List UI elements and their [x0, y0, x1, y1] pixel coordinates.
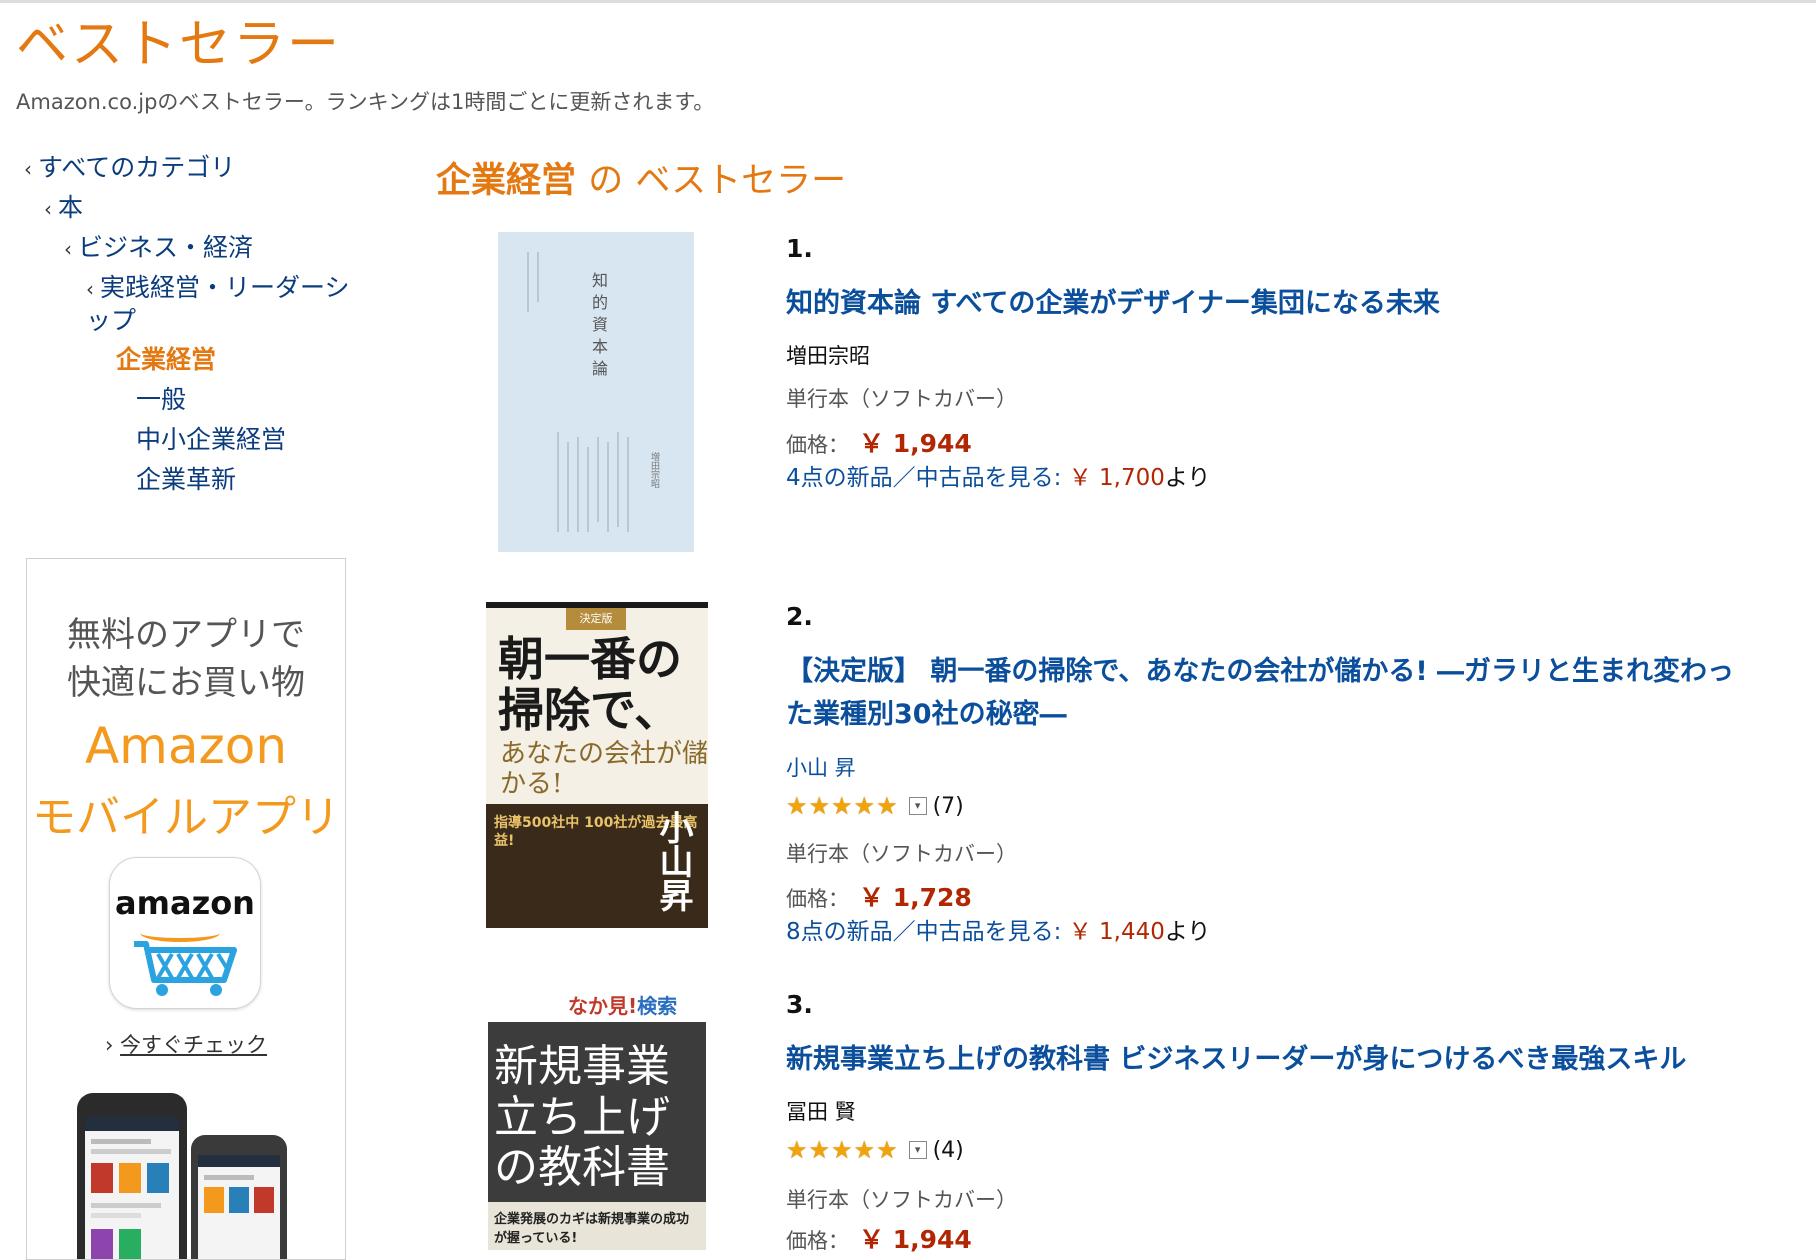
- ad-cta-label: 今すぐチェック: [120, 1033, 268, 1057]
- product-rank: 3.: [786, 990, 813, 1019]
- cover-body: 新規事業立ち上げの教科書 企業発展のカギは新規事業の成功が握っている!: [488, 1022, 706, 1250]
- category-label: 実践経営・リーダーシップ: [86, 273, 350, 335]
- mobile-app-ad[interactable]: 無料のアプリで 快適にお買い物 Amazon モバイルアプリ amazon › …: [26, 558, 346, 1260]
- chevron-left-icon: ‹: [64, 237, 72, 261]
- product-format: 単行本（ソフトカバー）: [786, 842, 1017, 866]
- top-border: [0, 0, 1816, 3]
- chevron-down-icon[interactable]: ▾: [908, 1141, 927, 1159]
- product-rating[interactable]: ★★★★★ ▾ (7): [786, 792, 964, 820]
- page-title: ベストセラー: [16, 15, 342, 75]
- price-amount: ￥ 1,728: [859, 883, 972, 912]
- product-price: 価格： ￥ 1,728: [786, 878, 972, 914]
- product-title-link[interactable]: 新規事業立ち上げの教科書 ビジネスリーダーが身につけるべき最強スキル: [786, 1038, 1746, 1081]
- product-cover-1[interactable]: 知的資本論 増田宗昭: [498, 232, 694, 552]
- product-price: 価格： ￥ 1,944: [786, 424, 972, 460]
- section-suffix: ベストセラー: [635, 161, 847, 201]
- ad-line-3: Amazon: [84, 717, 288, 775]
- category-label: 本: [58, 193, 84, 222]
- product-title-link[interactable]: 知的資本論 すべての企業がデザイナー集団になる未来: [786, 282, 1746, 325]
- ad-line-4: モバイルアプリ: [32, 792, 340, 843]
- chevron-right-icon: ›: [104, 1033, 114, 1057]
- look-inside-b: 検索: [637, 994, 678, 1018]
- category-all[interactable]: ‹ すべてのカテゴリ: [24, 152, 235, 185]
- price-label: 価格：: [786, 887, 849, 911]
- phones-illustration: [77, 1093, 287, 1259]
- chevron-left-icon: ‹: [24, 157, 32, 181]
- offers-price: ￥ 1,700: [1068, 465, 1165, 491]
- review-count[interactable]: (4): [933, 1138, 964, 1163]
- product-cover-2[interactable]: 決定版 朝一番の掃除で、 あなたの会社が儲かる! 指導500社中 100社が過去…: [486, 602, 708, 928]
- category-label: ビジネス・経済: [78, 233, 254, 262]
- price-label: 価格：: [786, 1229, 849, 1253]
- category-business-economy[interactable]: ‹ ビジネス・経済: [64, 232, 253, 265]
- section-connector: の: [588, 161, 624, 201]
- cover-subtitle-text: あなたの会社が儲かる!: [500, 739, 708, 799]
- cover-decoration: [527, 252, 629, 532]
- ad-line-1: 無料のアプリで: [67, 615, 305, 655]
- category-current-corporate-management: 企業経営: [116, 345, 217, 374]
- price-amount: ￥ 1,944: [859, 429, 972, 458]
- look-inside-a: なか見!: [568, 994, 638, 1018]
- category-small-business[interactable]: 中小企業経営: [136, 424, 286, 457]
- product-price: 価格： ￥ 1,944: [786, 1220, 972, 1256]
- section-category: 企業経営: [436, 161, 577, 201]
- section-title: 企業経営 の ベストセラー: [436, 152, 846, 203]
- product-rating[interactable]: ★★★★★ ▾ (4): [786, 1136, 964, 1164]
- product-author: 冨田 賢: [786, 1100, 856, 1124]
- category-books[interactable]: ‹ 本: [44, 192, 83, 225]
- star-rating-icon: ★★★★★: [786, 1136, 899, 1164]
- offers-suffix: より: [1164, 465, 1211, 491]
- chevron-down-icon[interactable]: ▾: [908, 797, 927, 815]
- look-inside-badge: なか見!検索: [568, 990, 677, 1019]
- product-cover-3[interactable]: なか見!検索 新規事業立ち上げの教科書 企業発展のカギは新規事業の成功が握ってい…: [488, 990, 706, 1250]
- cover-band-text: 企業発展のカギは新規事業の成功が握っている!: [488, 1202, 706, 1250]
- ad-line-2: 快適にお買い物: [67, 663, 305, 703]
- star-rating-icon: ★★★★★: [786, 792, 899, 820]
- product-offers[interactable]: 4点の新品／中古品を見る: ￥ 1,700より: [786, 458, 1210, 492]
- chevron-left-icon: ‹: [86, 277, 94, 301]
- category-general[interactable]: 一般: [136, 384, 186, 417]
- offers-link-text: 4点の新品／中古品を見る:: [786, 465, 1062, 491]
- offers-suffix: より: [1164, 919, 1211, 945]
- product-rank: 2.: [786, 602, 813, 631]
- cover-band: 指導500社中 100社が過去最高益! 小山昇: [486, 804, 708, 928]
- category-corporate-innovation[interactable]: 企業革新: [136, 464, 236, 497]
- offers-price: ￥ 1,440: [1068, 919, 1165, 945]
- price-amount: ￥ 1,944: [859, 1225, 972, 1254]
- cover-title-text: 朝一番の掃除で、: [498, 632, 682, 737]
- cover-author-text: 小山昇: [653, 810, 693, 912]
- product-title-link[interactable]: 【決定版】 朝一番の掃除で、あなたの会社が儲かる! ―ガラリと生まれ変わった業種…: [786, 650, 1746, 736]
- category-practical-management[interactable]: ‹ 実践経営・リーダーシップ: [86, 272, 366, 337]
- chevron-left-icon: ‹: [44, 197, 52, 221]
- product-author-link[interactable]: 小山 昇: [786, 752, 856, 782]
- review-count[interactable]: (7): [933, 794, 964, 819]
- product-format: 単行本（ソフトカバー）: [786, 1188, 1017, 1212]
- category-label: すべてのカテゴリ: [38, 153, 236, 182]
- product-format: 単行本（ソフトカバー）: [786, 387, 1017, 411]
- cover-title-text: 新規事業立ち上げの教科書: [494, 1041, 670, 1194]
- app-icon-wordmark: amazon: [115, 884, 255, 922]
- product-rank: 1.: [786, 234, 813, 263]
- product-author: 増田宗昭: [786, 344, 870, 368]
- product-offers[interactable]: 8点の新品／中古品を見る: ￥ 1,440より: [786, 912, 1210, 946]
- amazon-app-icon: amazon: [109, 857, 261, 1009]
- cover-badge: 決定版: [566, 608, 626, 630]
- price-label: 価格：: [786, 433, 849, 457]
- ad-cta-link[interactable]: › 今すぐチェック: [27, 1029, 345, 1059]
- page-subtitle: Amazon.co.jpのベストセラー。ランキングは1時間ごとに更新されます。: [16, 90, 715, 114]
- offers-link-text: 8点の新品／中古品を見る:: [786, 919, 1062, 945]
- shopping-cart-icon: [134, 941, 237, 996]
